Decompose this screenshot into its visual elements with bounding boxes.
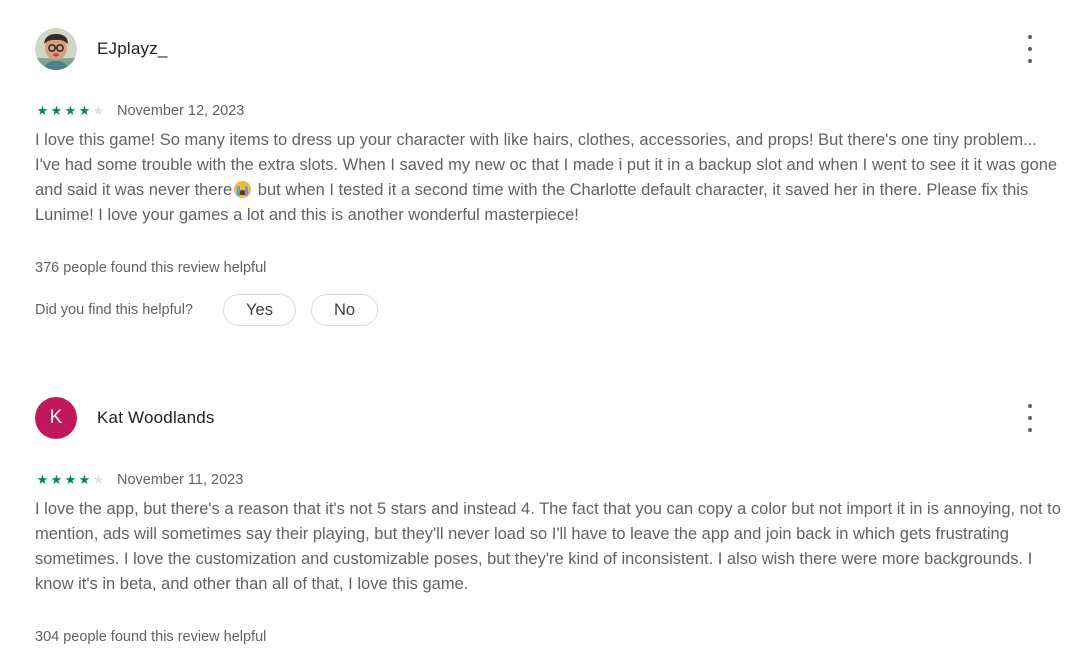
helpful-feedback: Did you find this helpful? Yes No	[35, 294, 378, 326]
more-vert-icon[interactable]	[1019, 404, 1041, 432]
rating-row: ★ ★ ★ ★ ★ November 11, 2023	[36, 472, 244, 488]
helpful-count: 304 people found this review helpful	[35, 629, 267, 645]
review-date: November 11, 2023	[117, 472, 244, 488]
review-text: I love this game! So many items to dress…	[35, 128, 1065, 228]
author-name: EJplayz_	[97, 39, 168, 58]
yes-button[interactable]: Yes	[223, 294, 296, 326]
star-icon: ★	[92, 472, 105, 487]
review-date: November 12, 2023	[117, 103, 245, 119]
author-name: Kat Woodlands	[97, 408, 215, 427]
star-icon: ★	[36, 472, 49, 487]
star-icon: ★	[50, 103, 63, 118]
helpful-question: Did you find this helpful?	[35, 302, 193, 318]
star-rating: ★ ★ ★ ★ ★	[36, 104, 105, 118]
star-icon: ★	[36, 103, 49, 118]
star-icon: ★	[64, 472, 77, 487]
loudly-crying-face-icon	[234, 181, 252, 198]
helpful-count: 376 people found this review helpful	[35, 260, 267, 276]
star-icon: ★	[78, 472, 91, 487]
review-header: K Kat Woodlands	[35, 397, 215, 439]
rating-row: ★ ★ ★ ★ ★ November 12, 2023	[36, 103, 245, 119]
no-button[interactable]: No	[311, 294, 378, 326]
star-icon: ★	[64, 103, 77, 118]
star-icon: ★	[92, 103, 105, 118]
star-rating: ★ ★ ★ ★ ★	[36, 473, 105, 487]
review-text: I love the app, but there's a reason tha…	[35, 500, 1061, 593]
star-icon: ★	[78, 103, 91, 118]
avatar: K	[35, 397, 77, 439]
star-icon: ★	[50, 472, 63, 487]
avatar	[35, 28, 77, 70]
avatar-photo-icon	[35, 28, 77, 70]
more-vert-icon[interactable]	[1019, 35, 1041, 63]
review-header: EJplayz_	[35, 28, 168, 70]
